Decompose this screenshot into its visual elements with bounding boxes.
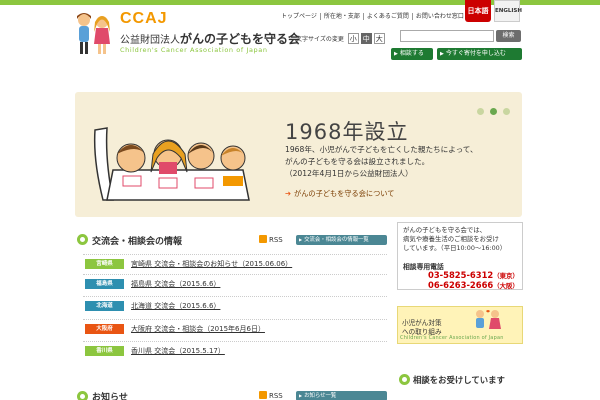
rss-label: RSS	[269, 236, 283, 244]
donate-button-label: 今すぐ寄付を申し込む	[445, 50, 506, 57]
hero-banner: 1968年設立 1968年、小児がんで子どもを亡くした親たちによって、 がんの子…	[75, 92, 522, 217]
nav-locations[interactable]: 所在地・支部	[319, 13, 363, 20]
info-line: がんの子どもを守る会では、	[403, 226, 487, 234]
banner-body-line: 1968年、小児がんで子どもを亡くした親たちによって、	[285, 145, 478, 154]
banner-body-line: （2012年4月1日から公益財団法人）	[285, 169, 413, 178]
list-item[interactable]: 大阪府 大阪府 交流会・相談会（2015年6月6日）	[83, 319, 387, 337]
phone-area: （大阪）	[493, 282, 519, 290]
nav-contact[interactable]: お問い合わせ窓口	[411, 13, 467, 20]
banner-title: 1968年設立	[285, 120, 409, 144]
search-button[interactable]: 検索	[496, 30, 521, 42]
site-logo[interactable]: CCAJ 公益財団法人がんの子どもを守る会 Children's Cancer …	[72, 10, 300, 56]
news-list-button[interactable]: ▶ お知らせ一覧	[296, 391, 387, 400]
consultation-description: がんの子どもを守る会では、 病気や療養生活のご相談をお受け しています。（平日1…	[403, 226, 506, 253]
lang-japanese-tab[interactable]: 日本語	[465, 0, 491, 22]
font-size-small[interactable]: 小	[347, 33, 359, 44]
section-bullet-icon	[77, 391, 88, 400]
consultation-section-title: 相談をお受けしています	[413, 375, 505, 385]
events-list-label: 交流会・相談会の情報一覧	[304, 237, 369, 243]
event-link[interactable]: 宮崎県 交流会・相談会のお知らせ（2015.06.06）	[131, 259, 292, 269]
logo-figures-icon	[77, 13, 110, 54]
list-item[interactable]: 宮崎県 宮崎県 交流会・相談会のお知らせ（2015.06.06）	[83, 254, 387, 272]
events-section: 交流会・相談会の情報 RSS ▶ 交流会・相談会の情報一覧 宮崎県 宮崎県 交流会…	[75, 225, 390, 370]
font-size-medium[interactable]: 中	[360, 33, 372, 44]
list-item[interactable]: 福島県 福島県 交流会（2015.6.6）	[83, 274, 387, 292]
events-title: 交流会・相談会の情報	[92, 237, 183, 247]
events-list-button[interactable]: ▶ 交流会・相談会の情報一覧	[296, 235, 387, 245]
info-line: しています。（平日10:00〜16:00）	[403, 244, 507, 252]
font-size-control: 文字サイズの変更 小中大	[296, 33, 385, 44]
arrow-right-icon: ➔	[285, 189, 292, 198]
slide-dot-1[interactable]	[477, 108, 484, 115]
info-line: 病気や療養生活のご相談をお受け	[403, 235, 499, 243]
donate-button[interactable]: ▶ 今すぐ寄付を申し込む	[437, 48, 522, 60]
rss-icon	[259, 235, 267, 243]
banner-body-line: がんの子どもを守る会は設立されました。	[285, 157, 430, 166]
news-list-label: お知らせ一覧	[304, 393, 337, 399]
campaign-line: 小児がん対策	[402, 319, 442, 327]
top-nav: トップページ 所在地・支部 よくあるご質問 お問い合わせ窓口	[278, 11, 467, 20]
arrow-right-icon: ▶	[394, 51, 398, 57]
list-item[interactable]: 北海道 北海道 交流会（2015.6.6）	[83, 296, 387, 314]
logo-org-prefix: 公益財団法人	[120, 35, 180, 46]
nav-faq[interactable]: よくあるご質問	[362, 13, 412, 20]
consult-button-label: 相談する	[399, 50, 424, 57]
logo-org-main: がんの子どもを守る会	[180, 32, 301, 46]
slide-dot-2[interactable]	[490, 108, 497, 115]
logo-acronym: CCAJ	[120, 10, 168, 27]
region-badge: 香川県	[85, 346, 124, 356]
news-title: お知らせ	[92, 393, 128, 400]
phone-osaka[interactable]: 06-6263-2666（大阪）	[428, 280, 519, 290]
arrow-right-icon: ▶	[440, 51, 444, 57]
phone-number: 06-6263-2666	[428, 280, 494, 290]
region-badge: 北海道	[85, 301, 124, 311]
childhood-cancer-campaign-banner[interactable]: 小児がん対策 への取り組み Children's Cancer Associat…	[397, 306, 523, 344]
sidebar: がんの子どもを守る会では、 病気や療養生活のご相談をお受け しています。（平日1…	[397, 222, 523, 400]
rss-icon	[259, 391, 267, 399]
list-item[interactable]: 香川県 香川県 交流会（2015.5.17）	[83, 341, 387, 359]
section-bullet-icon	[77, 234, 88, 245]
banner-about-link[interactable]: ➔ がんの子どもを守る会について	[285, 189, 394, 199]
font-size-label: 文字サイズの変更	[296, 36, 344, 43]
campaign-english: Children's Cancer Association of Japan	[400, 335, 504, 341]
arrow-right-icon: ▶	[299, 237, 303, 242]
banner-link-label: がんの子どもを守る会について	[294, 189, 395, 198]
font-size-large[interactable]: 大	[373, 33, 385, 44]
news-rss-link[interactable]: RSS	[259, 391, 283, 400]
arrow-right-icon: ▶	[299, 393, 303, 398]
events-rss-link[interactable]: RSS	[259, 235, 283, 244]
rss-label: RSS	[269, 392, 283, 400]
slide-dot-3[interactable]	[503, 108, 510, 115]
logo-org-name: 公益財団法人がんの子どもを守る会	[120, 30, 300, 47]
phone-number: 03-5825-6312	[428, 270, 494, 280]
region-badge: 大阪府	[85, 324, 124, 334]
children-figures-icon	[476, 310, 501, 329]
region-badge: 宮崎県	[85, 259, 124, 269]
search-input[interactable]	[400, 30, 494, 42]
banner-body: 1968年、小児がんで子どもを亡くした親たちによって、 がんの子どもを守る会は設…	[285, 144, 478, 180]
event-link[interactable]: 福島県 交流会（2015.6.6）	[131, 279, 220, 289]
section-bullet-icon	[399, 374, 410, 385]
event-link[interactable]: 北海道 交流会（2015.6.6）	[131, 301, 220, 311]
children-illustration	[93, 127, 250, 201]
slide-indicators	[471, 100, 510, 119]
event-link[interactable]: 大阪府 交流会・相談会（2015年6月6日）	[131, 324, 265, 334]
region-badge: 福島県	[85, 279, 124, 289]
phone-area: （東京）	[493, 272, 519, 280]
consultation-info-box: がんの子どもを守る会では、 病気や療養生活のご相談をお受け しています。（平日1…	[397, 222, 523, 290]
lang-english-tab[interactable]: ENGLISH	[494, 0, 522, 22]
phone-tokyo[interactable]: 03-5825-6312（東京）	[428, 270, 519, 280]
consult-button[interactable]: ▶ 相談する	[391, 48, 433, 60]
logo-english-name: Children's Cancer Association of Japan	[120, 46, 268, 54]
nav-home[interactable]: トップページ	[278, 13, 320, 20]
event-link[interactable]: 香川県 交流会（2015.5.17）	[131, 346, 225, 356]
